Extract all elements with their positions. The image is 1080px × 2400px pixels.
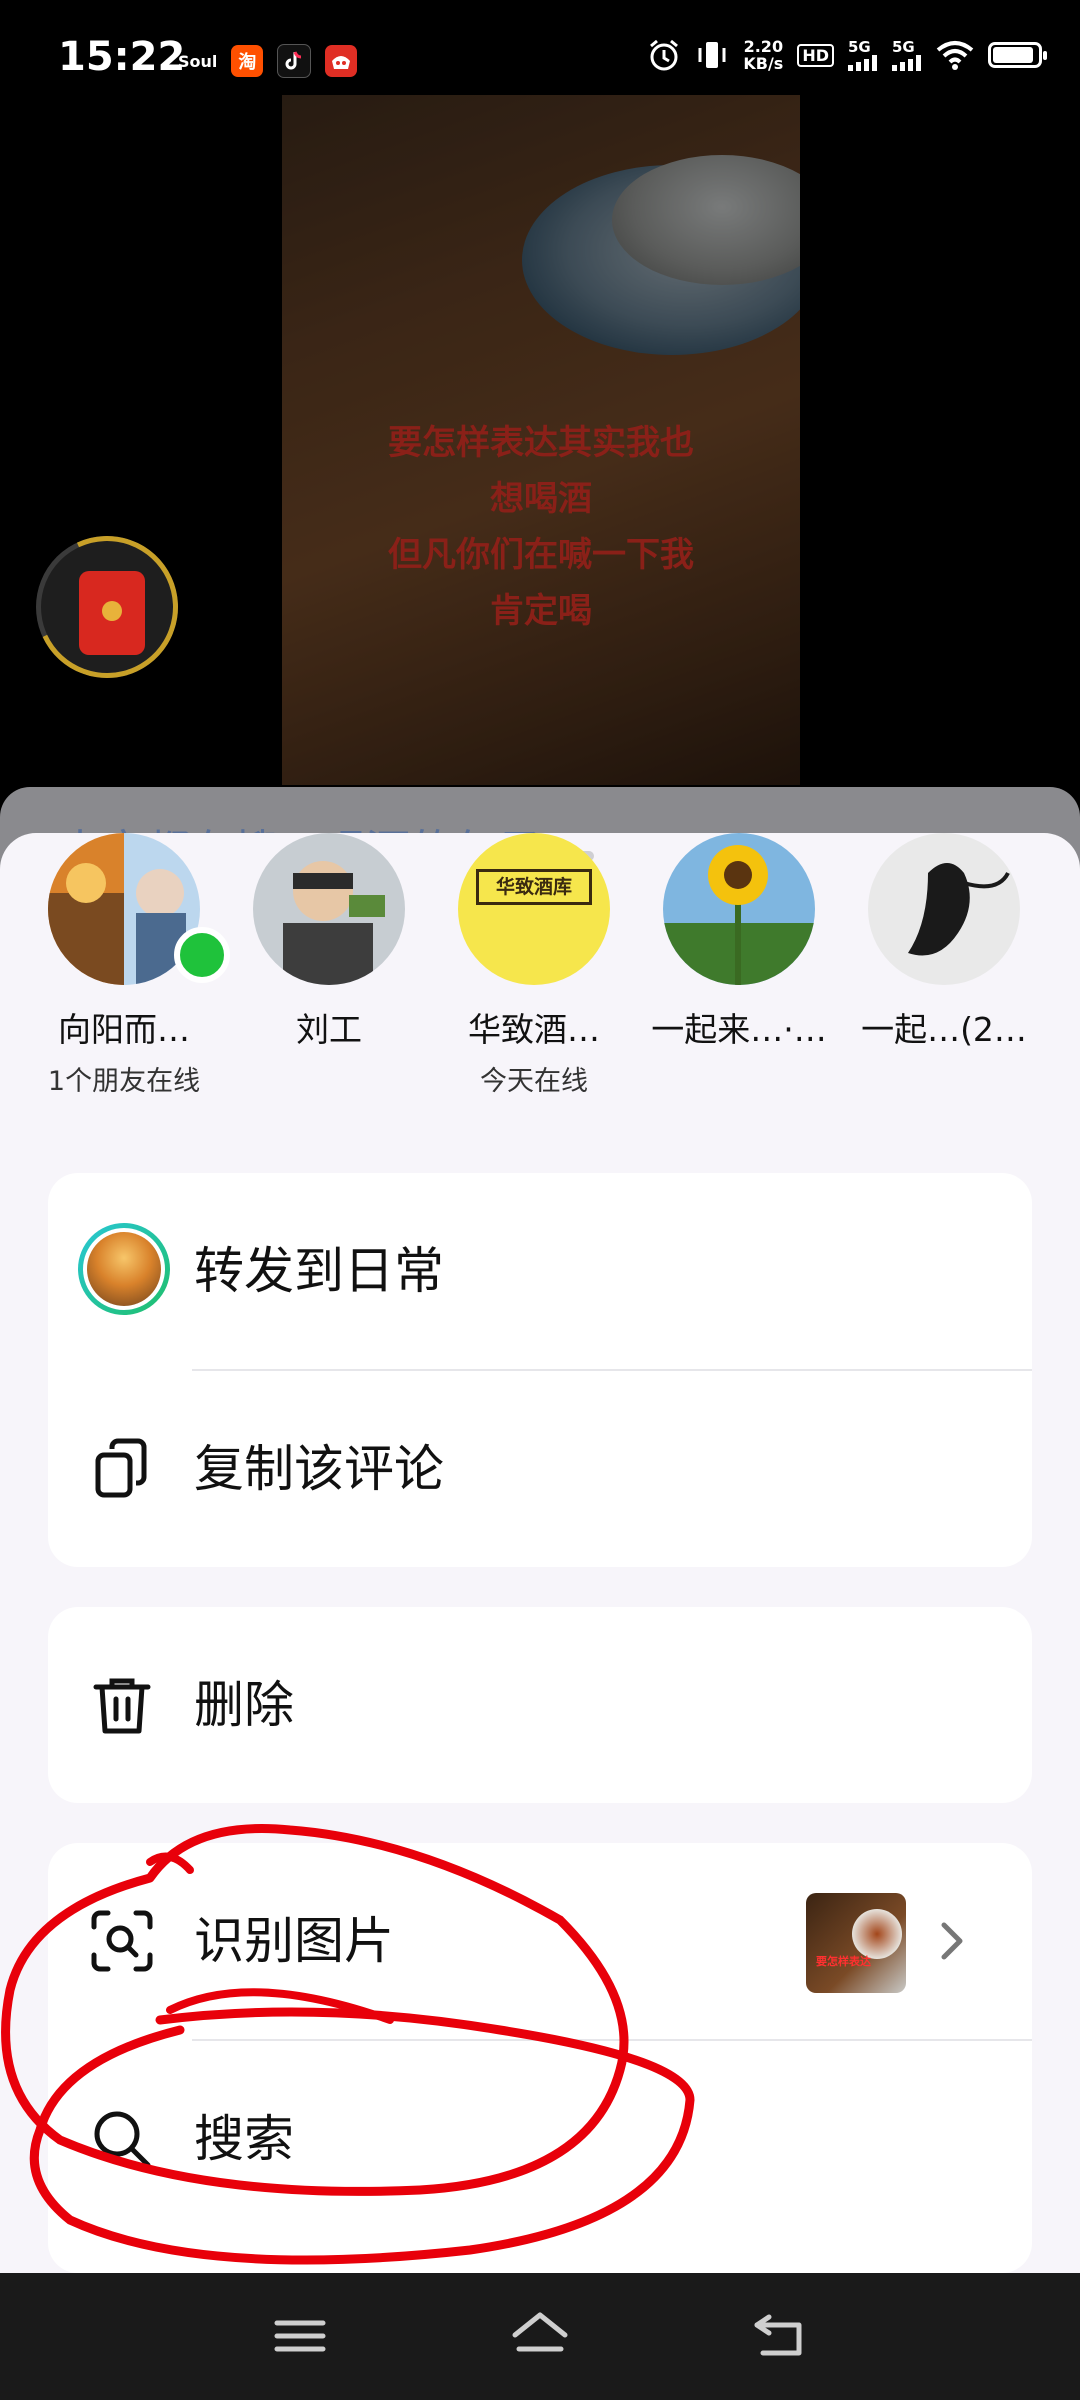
tiktok-icon [277, 44, 312, 78]
pinduoduo-icon [325, 45, 358, 77]
contact-item[interactable]: 向阳而… 1个朋友在线 [24, 833, 230, 1098]
system-indicators: 2.20 KB/s HD 5G 5G [647, 37, 1047, 73]
menu-icon[interactable] [265, 2303, 335, 2369]
daily-avatar-icon [78, 1223, 170, 1315]
contact-name: 刘工 [296, 1010, 362, 1049]
chevron-right-icon [941, 1922, 963, 1960]
trash-icon [93, 1678, 151, 1734]
action-label: 转发到日常 [194, 1242, 444, 1300]
alarm-icon [650, 39, 679, 71]
contact-item[interactable]: 一起…(2… [844, 833, 1044, 1051]
signal-sim1-icon: 5G [848, 39, 878, 71]
red-packet-button[interactable] [15, 515, 199, 699]
image-thumbnail: 要怎样表达 [806, 1893, 906, 1993]
avatar [868, 833, 1020, 985]
clock: 15:22 [58, 34, 186, 80]
red-packet-icon [79, 571, 145, 655]
delete-button[interactable]: 删除 [48, 1607, 1032, 1803]
avatar [253, 833, 405, 985]
avatar [663, 833, 815, 985]
back-icon[interactable] [745, 2303, 815, 2369]
soul-app-icon: Soul [178, 51, 218, 71]
avatar: 华致酒库 [458, 833, 610, 985]
action-label: 删除 [194, 1676, 294, 1734]
video-caption: 要怎样表达其实我也 想喝酒 但凡你们在喊一下我 肯定喝 [388, 423, 694, 631]
contact-status: 1个朋友在线 [47, 1066, 201, 1097]
action-group-delete: 删除 [48, 1607, 1032, 1803]
action-group-share: 转发到日常 复制该评论 [48, 1173, 1032, 1567]
contact-status: 今天在线 [480, 1066, 588, 1097]
share-to-daily-button[interactable]: 转发到日常 [48, 1173, 1032, 1369]
contact-name: 向阳而… [58, 1010, 190, 1049]
signal-sim2-icon: 5G [892, 39, 922, 71]
action-label: 复制该评论 [194, 1440, 444, 1498]
network-speed: 2.20 KB/s [743, 37, 784, 73]
contact-name: 华致酒… [468, 1010, 600, 1049]
home-icon[interactable] [505, 2303, 575, 2369]
notification-icons: Soul 淘 [178, 44, 358, 78]
taobao-icon: 淘 [231, 45, 264, 77]
video-preview: 要怎样表达其实我也 想喝酒 但凡你们在喊一下我 肯定喝 [282, 95, 800, 785]
vibrate-icon [698, 42, 726, 68]
online-status-dot [174, 927, 230, 983]
contact-name: 一起来…·… [651, 1010, 827, 1049]
wifi-icon [936, 41, 974, 70]
contact-list: 向阳而… 1个朋友在线 刘工 华致酒库 华致酒… 今天在线 一起来…·… 一起…… [0, 833, 1080, 1097]
contact-name: 一起…(2… [861, 1010, 1027, 1049]
navigation-bar [0, 2273, 1080, 2400]
contact-item[interactable]: 一起来…·… [639, 833, 839, 1051]
brand-logo-text: 华致酒库 [476, 869, 592, 905]
hd-voice-badge: HD [797, 43, 834, 67]
copy-icon [95, 1438, 147, 1498]
contact-item[interactable]: 刘工 [229, 833, 429, 1051]
contact-item[interactable]: 华致酒库 华致酒… 今天在线 [434, 833, 634, 1098]
red-annotation-circles [1, 1824, 695, 2265]
battery-icon [988, 42, 1047, 68]
copy-comment-button[interactable]: 复制该评论 [48, 1371, 1032, 1567]
